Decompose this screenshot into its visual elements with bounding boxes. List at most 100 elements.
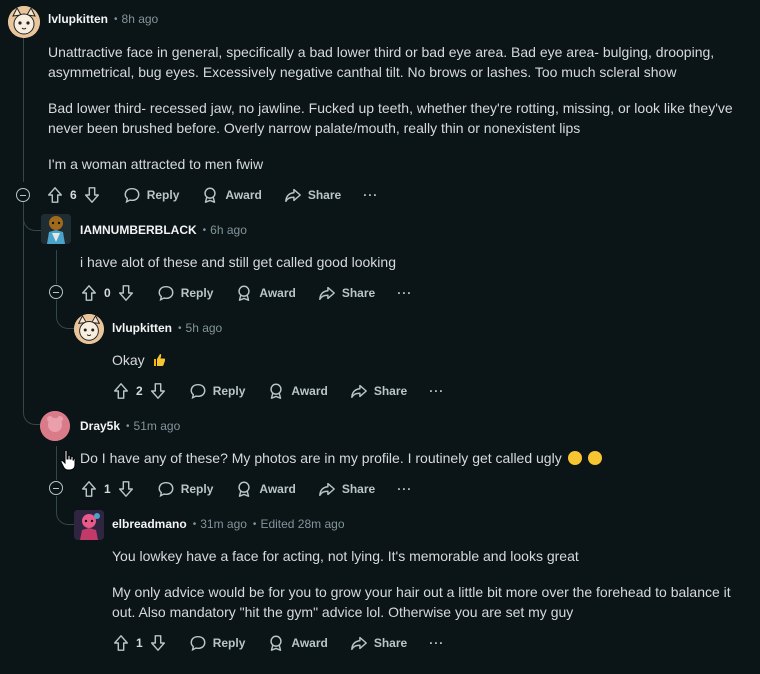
reply-label: Reply	[180, 482, 214, 496]
avatar[interactable]	[74, 314, 104, 344]
vote-control: 0	[80, 284, 135, 302]
downvote-icon[interactable]	[149, 382, 167, 400]
share-button[interactable]: Share	[350, 382, 407, 400]
share-button[interactable]: Share	[318, 480, 375, 498]
reply-button[interactable]: Reply	[189, 634, 246, 652]
share-icon	[350, 382, 368, 400]
reply-button[interactable]: Reply	[123, 186, 180, 204]
comment-paragraph: Bad lower third- recessed jaw, no jawlin…	[48, 100, 733, 136]
share-icon	[284, 186, 302, 204]
more-options-button[interactable]: ···	[363, 188, 378, 202]
comment-bubble-icon	[157, 284, 175, 302]
award-button[interactable]: Award	[235, 480, 296, 498]
timestamp[interactable]: 8h ago	[122, 12, 159, 26]
avatar[interactable]	[74, 510, 104, 540]
award-button[interactable]: Award	[267, 634, 328, 652]
thread-line-root	[23, 38, 24, 182]
comment-actions: 1 Reply Award Share ···	[112, 631, 444, 655]
upvote-icon[interactable]	[112, 634, 130, 652]
more-options-button[interactable]: ···	[397, 482, 412, 496]
upvote-icon[interactable]	[46, 186, 64, 204]
separator-dot: •	[178, 322, 182, 334]
comment-body: Unattractive face in general, specifical…	[48, 42, 748, 174]
more-options-button[interactable]: ···	[429, 384, 444, 398]
avatar[interactable]	[8, 6, 40, 38]
award-icon	[201, 186, 219, 204]
share-button[interactable]: Share	[318, 284, 375, 302]
share-label: Share	[373, 384, 408, 398]
author-name[interactable]: IAMNUMBERBLACK	[80, 223, 197, 237]
avatar-snoo-icon	[41, 214, 71, 244]
avatar[interactable]	[41, 214, 71, 244]
award-label: Award	[291, 384, 328, 398]
vote-count: 1	[104, 482, 111, 496]
comment-header: Dray5k • 51m ago	[80, 419, 180, 433]
comment-actions: 0 Reply Award Share ···	[80, 281, 412, 305]
comment-body: Do I have any of these? My photos are in…	[80, 448, 740, 468]
share-button[interactable]: Share	[350, 634, 407, 652]
share-icon	[318, 284, 336, 302]
comment-header: elbreadmano • 31m ago • Edited 28m ago	[112, 517, 345, 531]
author-name[interactable]: lvlupkitten	[112, 321, 172, 335]
author-name[interactable]: elbreadmano	[112, 517, 187, 531]
comment-header: IAMNUMBERBLACK • 6h ago	[80, 223, 247, 237]
reply-label: Reply	[180, 286, 214, 300]
vote-count: 1	[136, 636, 143, 650]
award-label: Award	[225, 188, 262, 202]
downvote-icon[interactable]	[83, 186, 101, 204]
avatar[interactable]	[40, 411, 70, 441]
reply-button[interactable]: Reply	[157, 480, 214, 498]
author-name[interactable]: Dray5k	[80, 419, 120, 433]
comment-header: lvlupkitten • 8h ago	[48, 12, 158, 26]
award-icon	[267, 382, 285, 400]
timestamp[interactable]: 51m ago	[134, 419, 181, 433]
author-name[interactable]: lvlupkitten	[48, 12, 108, 26]
comment-bubble-icon	[157, 480, 175, 498]
comment-paragraph: Unattractive face in general, specifical…	[48, 44, 715, 80]
share-label: Share	[341, 482, 376, 496]
thumbs-up-emoji-icon	[153, 354, 165, 366]
award-icon	[267, 634, 285, 652]
more-options-button[interactable]: ···	[429, 636, 444, 650]
vote-control: 1	[112, 634, 167, 652]
upvote-icon[interactable]	[112, 382, 130, 400]
share-label: Share	[341, 286, 376, 300]
award-button[interactable]: Award	[235, 284, 296, 302]
award-button[interactable]: Award	[201, 186, 262, 204]
reply-button[interactable]: Reply	[189, 382, 245, 400]
comment-paragraph: I'm a woman attracted to men fwiw	[48, 156, 264, 172]
avatar-snoo-icon	[74, 510, 104, 540]
vote-control: 2	[112, 382, 167, 400]
reply-button[interactable]: Reply	[157, 284, 214, 302]
avatar-kitten-icon	[74, 314, 104, 344]
award-button[interactable]: Award	[267, 382, 328, 400]
more-options-button[interactable]: ···	[397, 286, 412, 300]
thread-line-level2	[56, 250, 57, 284]
vote-count: 6	[70, 188, 77, 202]
downvote-icon[interactable]	[149, 634, 167, 652]
edited-label: Edited 28m ago	[260, 517, 345, 531]
award-label: Award	[291, 636, 328, 650]
comment-bubble-icon	[123, 186, 141, 204]
share-label: Share	[373, 636, 408, 650]
comment-bubble-icon	[189, 634, 207, 652]
upvote-icon[interactable]	[80, 480, 98, 498]
separator-dot: •	[126, 420, 130, 432]
upvote-icon[interactable]	[80, 284, 98, 302]
share-label: Share	[307, 188, 342, 202]
share-button[interactable]: Share	[284, 186, 341, 204]
collapse-button[interactable]	[49, 481, 63, 495]
comment-text: Do I have any of these? My photos are in…	[80, 450, 562, 466]
separator-dot: •	[192, 518, 197, 530]
collapse-button[interactable]	[16, 188, 30, 202]
downvote-icon[interactable]	[117, 284, 135, 302]
collapse-button[interactable]	[49, 285, 63, 299]
comment-body: Okay	[112, 350, 732, 370]
downvote-icon[interactable]	[117, 480, 135, 498]
separator-dot: •	[202, 224, 207, 236]
reply-label: Reply	[146, 188, 180, 202]
timestamp[interactable]: 5h ago	[186, 321, 223, 335]
timestamp[interactable]: 6h ago	[210, 223, 247, 237]
reply-label: Reply	[212, 636, 246, 650]
timestamp[interactable]: 31m ago	[200, 517, 247, 531]
